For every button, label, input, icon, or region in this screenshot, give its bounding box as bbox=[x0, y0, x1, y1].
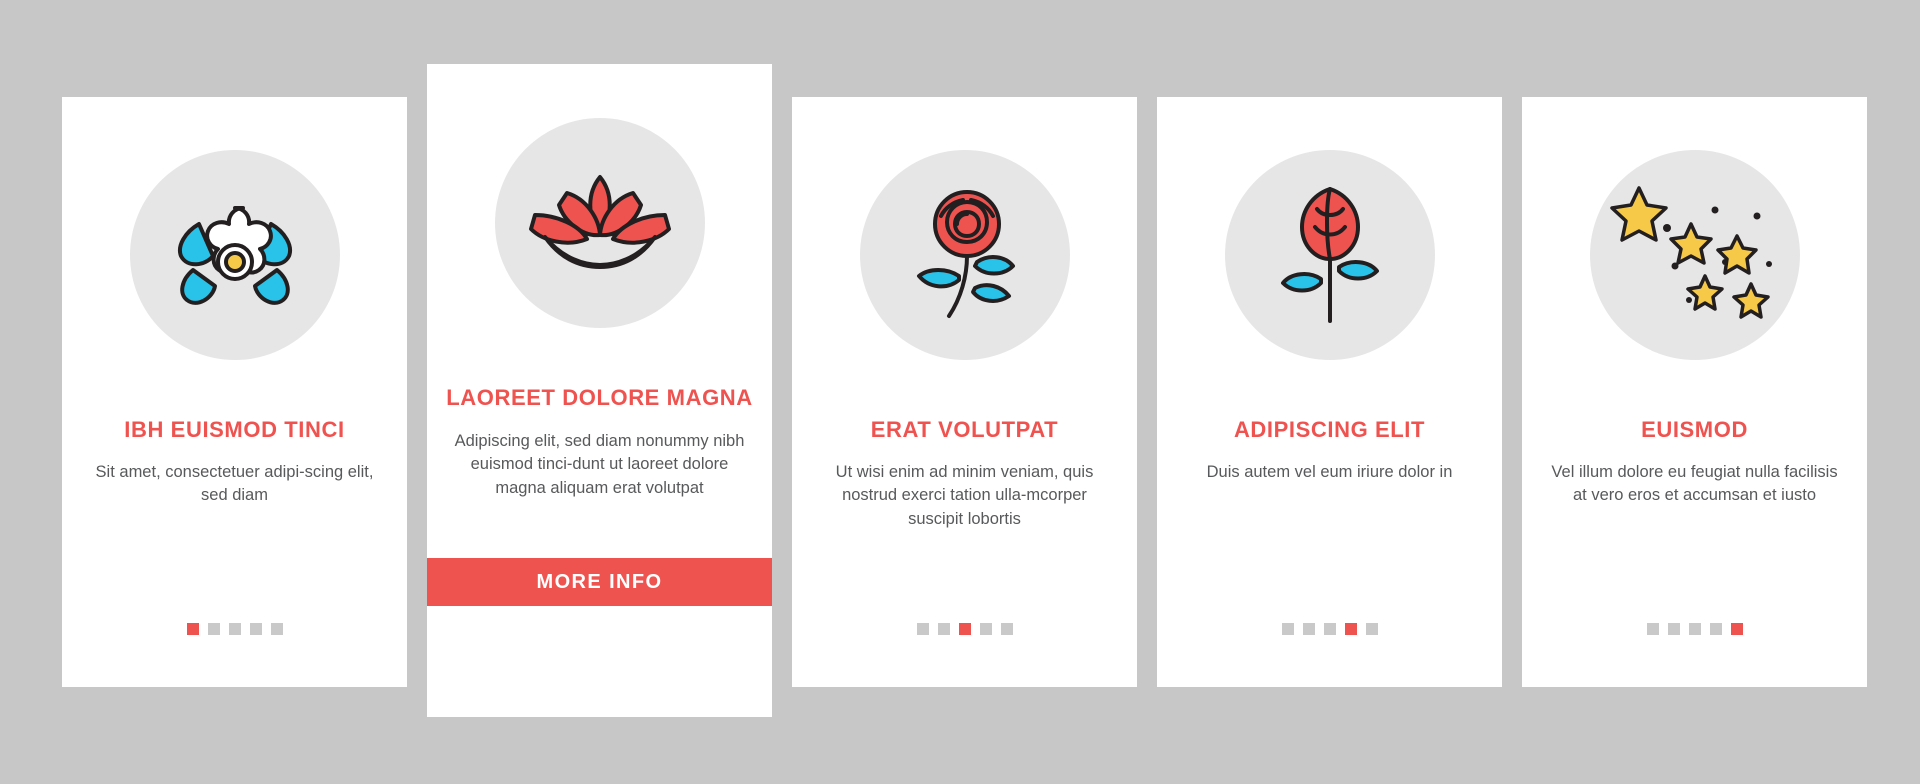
pagination-dot[interactable] bbox=[207, 623, 220, 635]
card-body: Adipiscing elit, sed diam nonummy nibh e… bbox=[454, 431, 745, 497]
rose-branch-icon bbox=[859, 150, 1070, 360]
onboarding-card-5[interactable]: EUISMOD Vel illum dolore eu feugiat null… bbox=[1522, 97, 1867, 687]
pagination-dots[interactable] bbox=[1157, 623, 1502, 635]
pagination-dot[interactable] bbox=[958, 623, 971, 635]
pagination-dots[interactable] bbox=[62, 623, 407, 635]
onboarding-card-2[interactable]: LAOREET DOLORE MAGNA Adipiscing elit, se… bbox=[427, 64, 772, 717]
card-title: ADIPISCING ELIT bbox=[1233, 417, 1426, 442]
pagination-dot[interactable] bbox=[1281, 623, 1294, 635]
pagination-dot[interactable] bbox=[1000, 623, 1013, 635]
card-body: Ut wisi enim ad minim veniam, quis nostr… bbox=[835, 462, 1094, 528]
card-body: Vel illum dolore eu feugiat nulla facili… bbox=[1551, 462, 1838, 505]
pagination-dot[interactable] bbox=[186, 623, 199, 635]
card-title: LAOREET DOLORE MAGNA bbox=[446, 385, 753, 410]
lotus-icon bbox=[494, 118, 705, 328]
pagination-dot[interactable] bbox=[916, 623, 929, 635]
pagination-dots[interactable] bbox=[792, 623, 1137, 635]
sparkles-icon bbox=[1589, 150, 1800, 360]
pagination-dot[interactable] bbox=[270, 623, 283, 635]
rosebud-icon bbox=[1224, 150, 1435, 360]
onboarding-card-3[interactable]: ERAT VOLUTPAT Ut wisi enim ad minim veni… bbox=[792, 97, 1137, 687]
flowers-icon bbox=[129, 150, 340, 360]
card-title: IBH EUISMOD TINCI bbox=[124, 417, 345, 442]
pagination-dot[interactable] bbox=[1709, 623, 1722, 635]
pagination-dot[interactable] bbox=[1344, 623, 1357, 635]
pagination-dots[interactable] bbox=[1522, 623, 1867, 635]
pagination-dot[interactable] bbox=[1302, 623, 1315, 635]
pagination-dot[interactable] bbox=[1730, 623, 1743, 635]
card-body: Sit amet, consectetuer adipi-scing elit,… bbox=[95, 462, 374, 505]
card-title: EUISMOD bbox=[1641, 417, 1748, 442]
pagination-dot[interactable] bbox=[1646, 623, 1659, 635]
onboarding-card-1[interactable]: IBH EUISMOD TINCI Sit amet, consectetuer… bbox=[62, 97, 407, 687]
pagination-dot[interactable] bbox=[228, 623, 241, 635]
card-title: ERAT VOLUTPAT bbox=[870, 417, 1059, 442]
more-info-button[interactable]: MORE INFO bbox=[427, 558, 772, 606]
pagination-dot[interactable] bbox=[1365, 623, 1378, 635]
pagination-dot[interactable] bbox=[1688, 623, 1701, 635]
pagination-dot[interactable] bbox=[1323, 623, 1336, 635]
onboarding-card-4[interactable]: ADIPISCING ELIT Duis autem vel eum iriur… bbox=[1157, 97, 1502, 687]
onboarding-screens: IBH EUISMOD TINCI Sit amet, consectetuer… bbox=[0, 0, 1920, 784]
pagination-dot[interactable] bbox=[937, 623, 950, 635]
card-body: Duis autem vel eum iriure dolor in bbox=[1206, 462, 1453, 481]
pagination-dot[interactable] bbox=[979, 623, 992, 635]
pagination-dot[interactable] bbox=[1667, 623, 1680, 635]
pagination-dot[interactable] bbox=[249, 623, 262, 635]
